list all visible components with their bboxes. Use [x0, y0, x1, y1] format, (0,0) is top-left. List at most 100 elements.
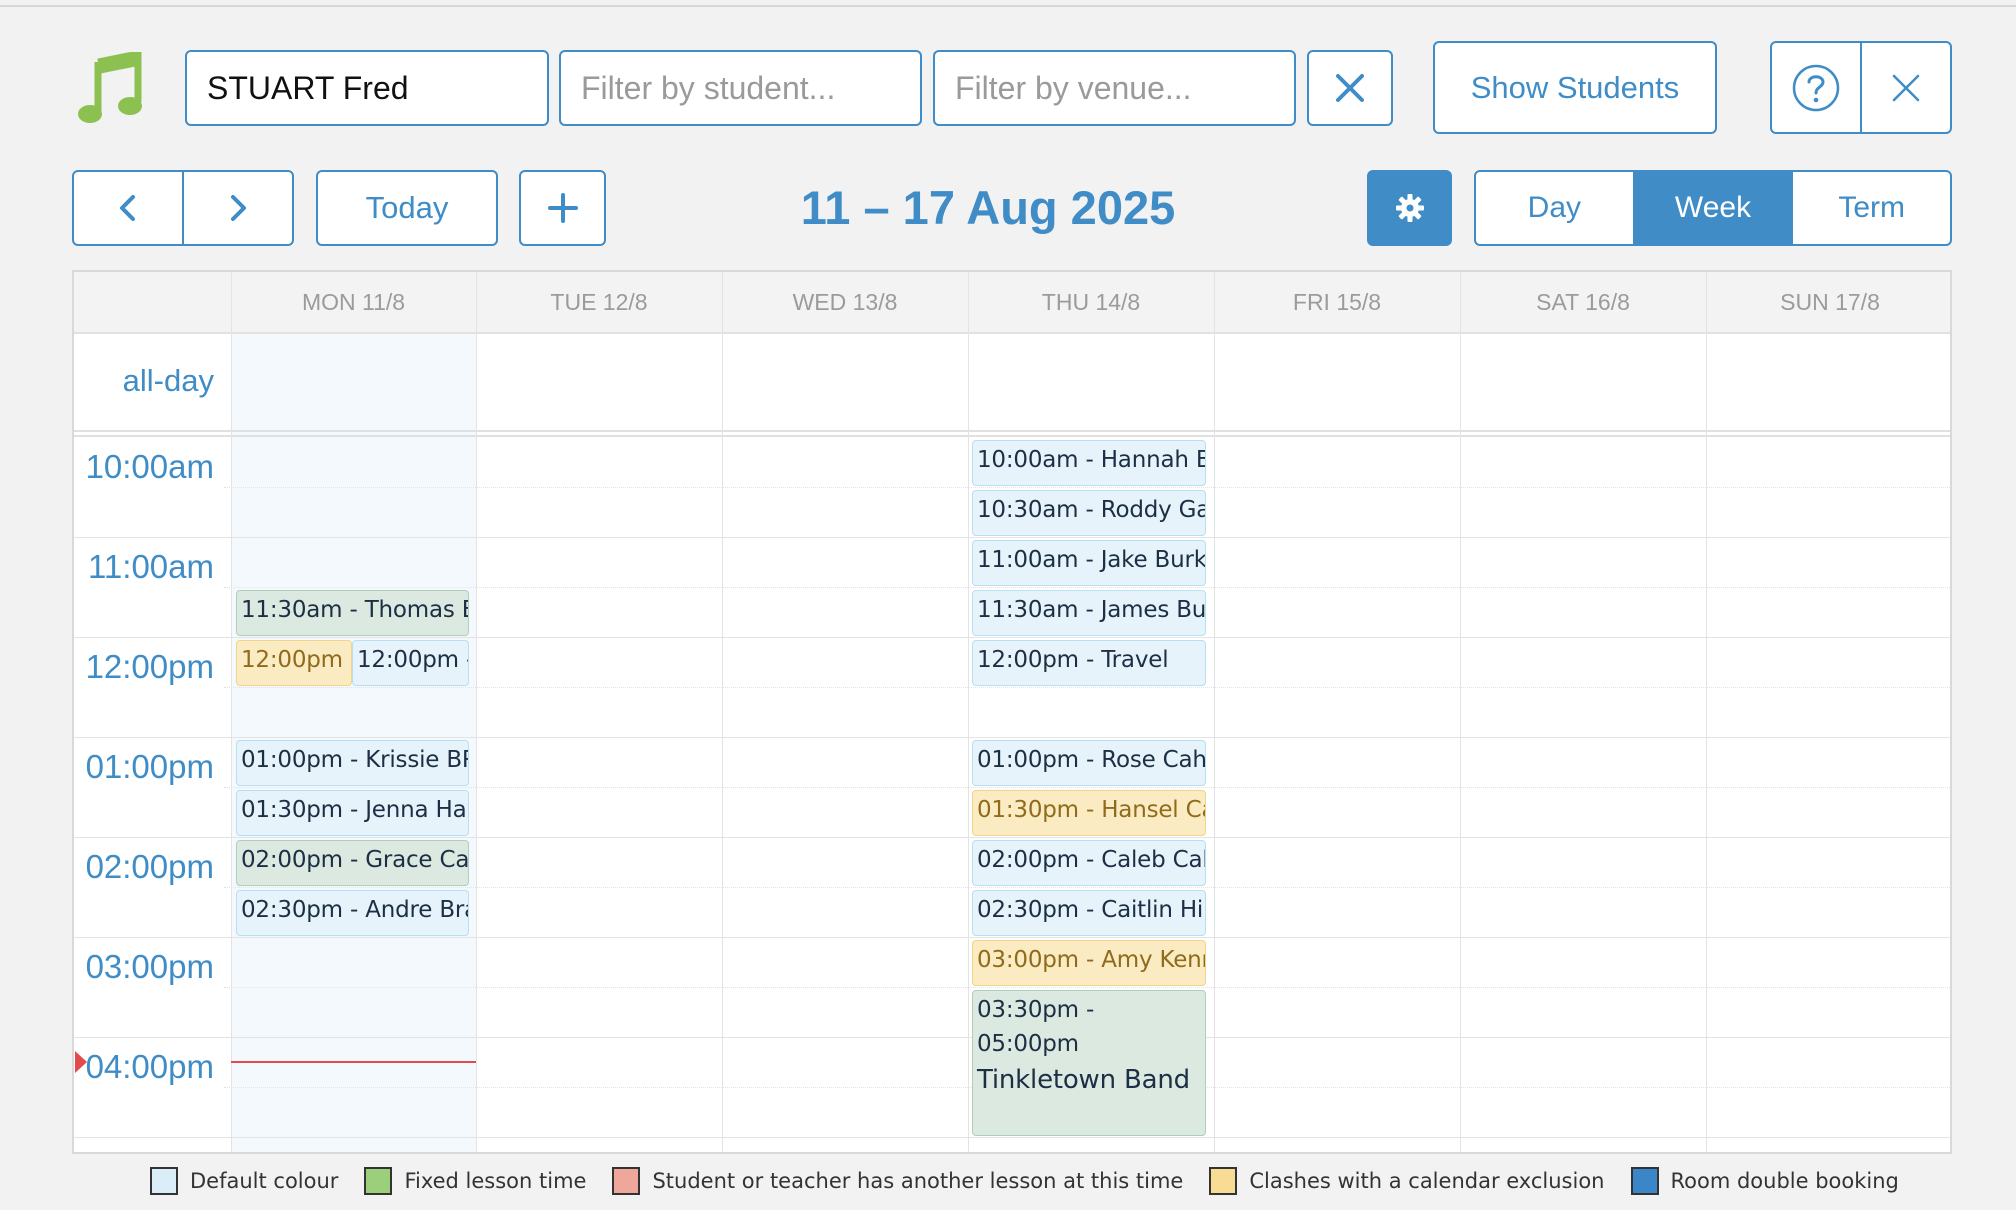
grid-line: [224, 587, 1950, 588]
event-time: 03:30pm - 05:00pm: [977, 997, 1095, 1057]
event-block[interactable]: 02:00pm - Caleb Cal: [972, 840, 1206, 886]
day-header-tue: TUE 12/8: [476, 272, 722, 334]
grid-line: [74, 837, 1950, 838]
event-block[interactable]: 02:30pm - Andre Bra: [236, 890, 469, 936]
day-header-wed: WED 13/8: [722, 272, 968, 334]
current-time-line: [231, 1061, 476, 1063]
week-calendar: MON 11/8 TUE 12/8 WED 13/8 THU 14/8 FRI …: [72, 270, 1952, 1154]
event-block[interactable]: 01:30pm - Hansel Ca: [972, 790, 1206, 836]
legend-swatch: [150, 1167, 178, 1195]
prev-next-group: [72, 170, 294, 246]
settings-button[interactable]: [1367, 170, 1452, 246]
now-arrow-icon: [75, 1051, 87, 1073]
day-header-mon: MON 11/8: [231, 272, 476, 334]
close-icon: [1336, 74, 1364, 102]
column-line: [1460, 272, 1461, 1152]
top-border: [0, 0, 2016, 7]
time-label: 03:00pm: [85, 948, 214, 985]
day-header-sat: SAT 16/8: [1460, 272, 1706, 334]
today-column-highlight: [231, 272, 476, 1152]
legend-swatch: [612, 1167, 641, 1195]
time-label: 12:00pm: [85, 648, 214, 685]
help-close-group: [1770, 41, 1952, 134]
event-block[interactable]: 11:30am - Thomas B: [236, 590, 469, 636]
prev-week-button[interactable]: [74, 172, 182, 244]
view-term-button[interactable]: Term: [1791, 172, 1950, 244]
column-line: [722, 272, 723, 1152]
event-block[interactable]: 10:30am - Roddy Ga: [972, 490, 1206, 536]
chevron-left-icon: [120, 195, 135, 221]
time-label: 02:00pm: [85, 848, 214, 885]
column-line: [476, 272, 477, 1152]
chevron-right-icon: [231, 195, 246, 221]
show-students-button[interactable]: Show Students: [1433, 41, 1717, 134]
grid-line: [74, 637, 1950, 638]
venue-filter-input[interactable]: [933, 50, 1296, 126]
legend-label: Fixed lesson time: [404, 1169, 587, 1193]
today-button[interactable]: Today: [316, 170, 498, 246]
grid-line: [224, 687, 1950, 688]
clear-filters-button[interactable]: [1307, 50, 1393, 126]
day-header-fri: FRI 15/8: [1214, 272, 1460, 334]
help-button[interactable]: [1772, 43, 1860, 132]
grid-line: [74, 537, 1950, 538]
event-block[interactable]: 01:30pm - Jenna Har: [236, 790, 469, 836]
event-block[interactable]: 02:30pm - Caitlin Hi: [972, 890, 1206, 936]
event-title: Tinkletown Band: [977, 1065, 1190, 1095]
legend-label: Default colour: [190, 1169, 339, 1193]
time-label: 10:00am: [85, 448, 214, 485]
event-block[interactable]: 03:00pm - Amy Kenr: [972, 940, 1206, 986]
legend-swatch: [1630, 1167, 1659, 1195]
teacher-field[interactable]: [185, 50, 549, 126]
column-line: [231, 272, 232, 1152]
event-block[interactable]: 01:00pm - Rose Cah: [972, 740, 1206, 786]
view-day-button[interactable]: Day: [1476, 172, 1633, 244]
column-line: [968, 272, 969, 1152]
event-block[interactable]: 12:00pm -: [352, 640, 469, 686]
grid-line: [224, 487, 1950, 488]
header-corner: [74, 272, 231, 334]
legend-item: Clashes with a calendar exclusion: [1209, 1167, 1605, 1195]
legend-item: Fixed lesson time: [364, 1167, 586, 1195]
plus-icon: [547, 193, 578, 223]
date-range-title: 11 – 17 Aug 2025: [800, 181, 1176, 234]
event-block[interactable]: 02:00pm - Grace Ca: [236, 840, 469, 886]
student-filter-input[interactable]: [559, 50, 922, 126]
time-label: 01:00pm: [85, 748, 214, 785]
legend-label: Clashes with a calendar exclusion: [1249, 1169, 1605, 1193]
view-week-button[interactable]: Week: [1632, 172, 1792, 244]
add-event-button[interactable]: [519, 170, 606, 246]
grid-line: [224, 987, 1950, 988]
day-header-thu: THU 14/8: [968, 272, 1214, 334]
day-header-sun: SUN 17/8: [1706, 272, 1950, 334]
grid-line: [224, 887, 1950, 888]
event-block[interactable]: 12:00pm - Travel: [972, 640, 1206, 686]
grid-line: [74, 1137, 1950, 1138]
question-circle-icon: [1792, 64, 1840, 111]
column-line: [1706, 272, 1707, 1152]
legend-label: Room double booking: [1670, 1169, 1899, 1193]
grid-line: [74, 937, 1950, 938]
legend: Default colour Fixed lesson time Student…: [150, 1164, 1925, 1198]
legend-item: Room double booking: [1630, 1167, 1899, 1195]
allday-separator: [74, 430, 1950, 432]
event-block[interactable]: 10:00am - Hannah B: [972, 440, 1206, 486]
view-switcher: Day Week Term: [1474, 170, 1952, 246]
time-label: 04:00pm: [85, 1048, 214, 1085]
event-block[interactable]: 11:00am - Jake Burk: [972, 540, 1206, 586]
legend-item: Default colour: [150, 1167, 338, 1195]
close-button[interactable]: [1860, 43, 1950, 132]
close-icon: [1892, 74, 1920, 101]
legend-label: Student or teacher has another lesson at…: [652, 1169, 1184, 1193]
all-day-label: all-day: [122, 363, 214, 398]
event-block[interactable]: 01:00pm - Krissie BR: [236, 740, 469, 786]
grid-line: [74, 737, 1950, 738]
event-block[interactable]: 11:30am - James Bu: [972, 590, 1206, 636]
next-week-button[interactable]: [182, 172, 292, 244]
music-note-logo-icon: [76, 49, 146, 130]
grid-line: [224, 787, 1950, 788]
legend-swatch: [364, 1167, 393, 1195]
legend-swatch: [1209, 1167, 1238, 1195]
event-block[interactable]: 12:00pm -: [236, 640, 352, 686]
event-block-band[interactable]: 03:30pm - 05:00pm Tinkletown Band: [972, 990, 1206, 1136]
